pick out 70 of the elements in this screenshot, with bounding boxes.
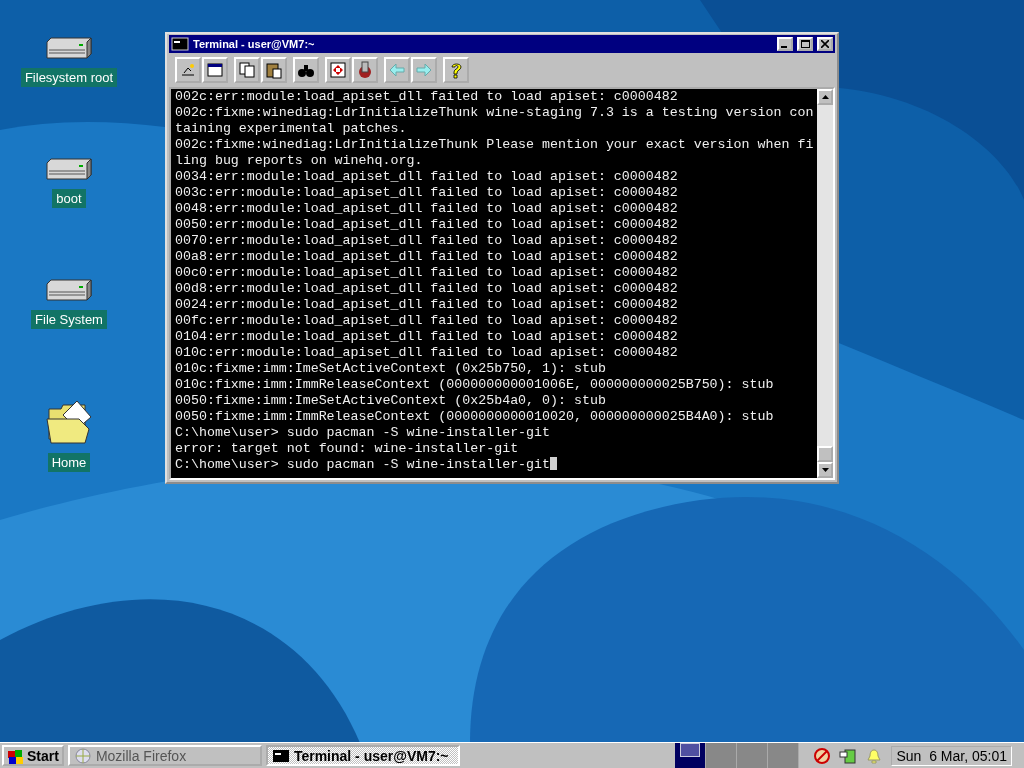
- terminal-screen[interactable]: [171, 89, 817, 478]
- terminal-line: C:\home\user> sudo pacman -S wine-installer-git: [175, 457, 817, 473]
- maximize-icon: [800, 40, 810, 48]
- paste-icon: [265, 61, 283, 79]
- toolbar-button[interactable]: [352, 57, 378, 83]
- desktop-icon-label[interactable]: Filesystem root: [20, 68, 118, 87]
- toolbar-button[interactable]: [325, 57, 351, 83]
- drive-icon: [45, 157, 93, 181]
- scroll-thumb[interactable]: [817, 446, 833, 462]
- clock[interactable]: Sun 6 Mar, 05:01: [891, 745, 1012, 766]
- close-icon: [821, 40, 829, 48]
- window-title: Terminal - user@VM7:~: [193, 38, 316, 50]
- taskbar-button[interactable]: Mozilla Firefox: [67, 745, 262, 766]
- minimize-button[interactable]: [777, 37, 793, 51]
- up-arrow-icon: [821, 95, 829, 99]
- terminal-line: 00fc:err:module:load_apiset_dll failed to load apiset: c0000482: [175, 313, 679, 329]
- window-thumbnail-icon: [680, 743, 701, 757]
- terminal-line: 0048:err:module:load_apiset_dll failed to load apiset: c0000482: [175, 201, 679, 217]
- terminal-line: 00a8:err:module:load_apiset_dll failed to load apiset: c0000482: [175, 249, 679, 265]
- down-arrow-icon: [821, 468, 829, 472]
- globe-icon: [73, 746, 92, 765]
- toolbar-button[interactable]: [261, 57, 287, 83]
- terminal-line: 002c:fixme:winediag:LdrInitializeThunk Please mention your exact version when fi: [175, 137, 815, 153]
- desktop-icon-label[interactable]: File System: [31, 310, 107, 329]
- scrollbar[interactable]: [817, 89, 833, 478]
- terminal-line: error: target not found: wine-installer-git: [175, 441, 520, 457]
- forward-arrow-icon: [415, 61, 433, 79]
- window-icon: [206, 61, 224, 79]
- terminal-line: 0104:err:module:load_apiset_dll failed to load apiset: c0000482: [175, 329, 679, 345]
- terminal-line: 010c:fixme:imm:ImmReleaseContext (000000000001006E, 000000000025B750): stub: [175, 377, 775, 393]
- terminal-app-icon: [171, 35, 189, 53]
- copy-icon: [238, 61, 256, 79]
- text-cursor: [550, 457, 558, 470]
- terminal-line: 0024:err:module:load_apiset_dll failed to load apiset: c0000482: [175, 297, 679, 313]
- terminal-line: ling bug reports on winehq.org.: [175, 153, 424, 169]
- terminal-line: 0034:err:module:load_apiset_dll failed to load apiset: c0000482: [175, 169, 679, 185]
- network-icon: [839, 746, 858, 765]
- terminal-line: taining experimental patches.: [175, 121, 408, 137]
- scroll-down-button[interactable]: [817, 462, 833, 478]
- terminal-line: 0050:fixme:imm:ImmReleaseContext (0000000000010020, 000000000025B4A0): stub: [175, 409, 775, 425]
- terminal-line: 002c:err:module:load_apiset_dll failed to load apiset: c0000482: [175, 89, 679, 105]
- toolbar-button[interactable]: [175, 57, 201, 83]
- terminal-line: 010c:err:module:load_apiset_dll failed to load apiset: c0000482: [175, 345, 679, 361]
- terminal-line: 0070:err:module:load_apiset_dll failed to load apiset: c0000482: [175, 233, 679, 249]
- terminal-line: 0050:err:module:load_apiset_dll failed to load apiset: c0000482: [175, 217, 679, 233]
- terminal-line: 010c:fixme:imm:ImeSetActiveContext (0x25b750, 1): stub: [175, 361, 607, 377]
- workspace-button[interactable]: [675, 743, 707, 768]
- toolbar-button[interactable]: [234, 57, 260, 83]
- start-button[interactable]: Start: [2, 745, 64, 766]
- move-icon: [329, 61, 347, 79]
- desktop-icon-label[interactable]: Home: [47, 453, 91, 472]
- drive-icon: [45, 278, 93, 302]
- toolbar-button[interactable]: [443, 57, 469, 83]
- folder-icon: [45, 399, 93, 445]
- terminal-line: 002c:fixme:winediag:LdrInitializeThunk wine-staging 7.3 is a testing version con: [175, 105, 815, 121]
- close-button[interactable]: [817, 37, 833, 51]
- desktop-icon-label[interactable]: boot: [52, 189, 86, 208]
- scroll-up-button[interactable]: [817, 89, 833, 105]
- maximize-button[interactable]: [797, 37, 813, 51]
- taskbar-button[interactable]: Terminal - user@VM7:~: [265, 745, 460, 766]
- terminal-line: 00d8:err:module:load_apiset_dll failed to load apiset: c0000482: [175, 281, 679, 297]
- back-arrow-icon: [388, 61, 406, 79]
- terminal-line: 003c:err:module:load_apiset_dll failed to load apiset: c0000482: [175, 185, 679, 201]
- drive-icon: [45, 36, 93, 60]
- terminal-line: C:\home\user> sudo pacman -S wine-installer-git: [175, 425, 552, 441]
- terminal-line: 00c0:err:module:load_apiset_dll failed to load apiset: c0000482: [175, 265, 679, 281]
- bell-icon: [865, 746, 884, 765]
- toolbar-button[interactable]: [293, 57, 319, 83]
- terminal-line: 0050:fixme:imm:ImeSetActiveContext (0x25b4a0, 0): stub: [175, 393, 607, 409]
- toolbar-button[interactable]: [202, 57, 228, 83]
